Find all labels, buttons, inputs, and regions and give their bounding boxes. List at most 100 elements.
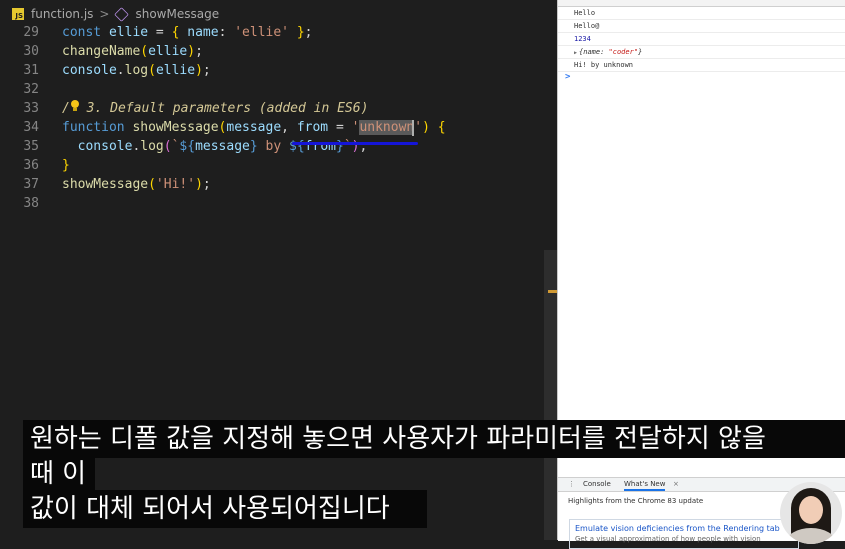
code-token: . bbox=[116, 63, 125, 78]
line-number: 36 bbox=[23, 158, 39, 173]
code-token: console bbox=[62, 63, 117, 78]
close-tab-icon[interactable]: × bbox=[673, 478, 679, 491]
code-token: : bbox=[218, 25, 235, 40]
code-token: ${ bbox=[179, 139, 196, 154]
method-symbol-icon bbox=[114, 6, 130, 22]
breadcrumb-separator: > bbox=[99, 7, 110, 21]
line-number: 29 bbox=[23, 25, 39, 40]
console-text: Hello bbox=[574, 9, 596, 17]
line-number: 34 bbox=[23, 120, 39, 135]
code-token: ; bbox=[304, 25, 313, 40]
code-token: showMessage bbox=[132, 120, 219, 135]
drawer-menu-icon[interactable]: ⋮ bbox=[568, 478, 575, 491]
presenter-avatar bbox=[780, 482, 842, 544]
code-token: by bbox=[257, 139, 290, 154]
console-text: 1234 bbox=[574, 35, 591, 43]
console-message: 1234 bbox=[558, 33, 845, 46]
console-message: Hello@ bbox=[558, 20, 845, 33]
code-token: ) bbox=[422, 120, 430, 135]
code-token: ( bbox=[140, 44, 149, 59]
annotation-underline bbox=[292, 142, 418, 145]
tab-console[interactable]: Console bbox=[583, 478, 611, 491]
breadcrumb-file[interactable]: function.js bbox=[31, 7, 93, 21]
line-number: 31 bbox=[23, 63, 39, 78]
code-token: showMessage bbox=[62, 177, 149, 192]
subtitle-line-2: 때 이 bbox=[23, 455, 95, 491]
code-token: changeName bbox=[62, 44, 141, 59]
card-description: Get a visual approximation of how people… bbox=[575, 535, 761, 543]
line-number: 37 bbox=[23, 177, 39, 192]
code-token: ' bbox=[414, 120, 423, 135]
code-text[interactable]: changeName(ellie); bbox=[62, 42, 203, 61]
code-token: 3. Default parameters (added in ES6) bbox=[78, 101, 369, 116]
devtools-panel: Hello Hello@ 1234 ▶ {name: "coder"} Hi! by un… bbox=[557, 0, 845, 549]
code-text[interactable]: showMessage('Hi!'); bbox=[62, 175, 211, 194]
scrollbar-marker bbox=[548, 290, 557, 293]
code-token: function bbox=[62, 120, 133, 135]
code-token: unknown bbox=[359, 120, 415, 135]
line-number: 32 bbox=[23, 82, 39, 97]
subtitle-line-1: 원하는 디폴 값을 지정해 놓으면 사용자가 파라미터를 전달하지 않을 bbox=[23, 420, 845, 458]
code-token: console bbox=[62, 139, 133, 154]
code-token: } bbox=[62, 158, 70, 173]
code-token: ; bbox=[202, 177, 211, 192]
code-text[interactable]: console.log(`${message} by ${from}`); bbox=[62, 137, 368, 156]
code-token: 'ellie' bbox=[234, 25, 290, 40]
code-token: ellie bbox=[148, 44, 188, 59]
object-value: "coder" bbox=[608, 48, 639, 56]
code-token: log bbox=[124, 63, 149, 78]
console-text: Hello@ bbox=[574, 22, 600, 30]
console-text: Hi! by unknown bbox=[574, 61, 634, 69]
code-token: } bbox=[249, 139, 258, 154]
whats-new-heading: Highlights from the Chrome 83 update bbox=[568, 497, 704, 505]
code-token: { bbox=[437, 120, 446, 135]
code-token: from bbox=[296, 120, 329, 135]
code-text[interactable]: const ellie = { name: 'ellie' }; bbox=[62, 23, 313, 42]
code-text[interactable]: function showMessage(message, from = 'un… bbox=[62, 118, 446, 137]
lightbulb-icon[interactable] bbox=[70, 100, 79, 112]
object-suffix: } bbox=[638, 48, 643, 56]
whats-new-card[interactable]: Emulate vision deficiencies from the Ren… bbox=[569, 519, 799, 549]
javascript-file-icon: JS bbox=[12, 8, 24, 20]
editor-scrollbar[interactable] bbox=[544, 250, 557, 540]
code-token: const bbox=[62, 25, 109, 40]
breadcrumb-symbol[interactable]: showMessage bbox=[135, 7, 219, 21]
line-number: 33 bbox=[23, 101, 39, 116]
code-token: ) bbox=[187, 44, 196, 59]
subtitle-line-3: 값이 대체 되어서 사용되어집니다 bbox=[23, 490, 427, 528]
code-token: ) bbox=[195, 63, 203, 78]
tab-whats-new[interactable]: What's New bbox=[624, 478, 666, 491]
code-token: message bbox=[195, 139, 250, 154]
code-text[interactable]: / 3. Default parameters (added in ES6) bbox=[62, 99, 368, 118]
code-token: name bbox=[179, 25, 219, 40]
console-prompt[interactable]: > bbox=[565, 72, 570, 82]
console-message: Hi! by unknown bbox=[558, 59, 845, 72]
code-token: / bbox=[62, 101, 70, 116]
avatar-face bbox=[799, 496, 823, 524]
code-token: , bbox=[281, 120, 297, 135]
object-prefix: {name: bbox=[579, 48, 609, 56]
code-text[interactable]: } bbox=[62, 156, 70, 175]
code-token: ( bbox=[148, 63, 156, 78]
code-token: ( bbox=[163, 139, 172, 154]
code-token: ; bbox=[202, 63, 211, 78]
line-number: 38 bbox=[23, 196, 39, 211]
code-token: ) bbox=[195, 177, 203, 192]
code-token: ellie bbox=[155, 63, 196, 78]
line-number: 30 bbox=[23, 44, 39, 59]
code-token: 'Hi!' bbox=[155, 177, 196, 192]
devtools-toolbar bbox=[558, 0, 845, 7]
console-message: ▶ {name: "coder"} bbox=[558, 46, 845, 59]
card-title-link[interactable]: Emulate vision deficiencies from the Ren… bbox=[575, 524, 780, 533]
code-token: log bbox=[140, 139, 164, 154]
code-token: = bbox=[328, 120, 352, 135]
code-token: ; bbox=[195, 44, 203, 59]
code-token: } bbox=[296, 25, 305, 40]
code-token: message bbox=[226, 120, 282, 135]
code-text[interactable]: console.log(ellie); bbox=[62, 61, 211, 80]
console-message: Hello bbox=[558, 7, 845, 20]
text-cursor bbox=[412, 120, 414, 136]
code-token: = bbox=[148, 25, 172, 40]
